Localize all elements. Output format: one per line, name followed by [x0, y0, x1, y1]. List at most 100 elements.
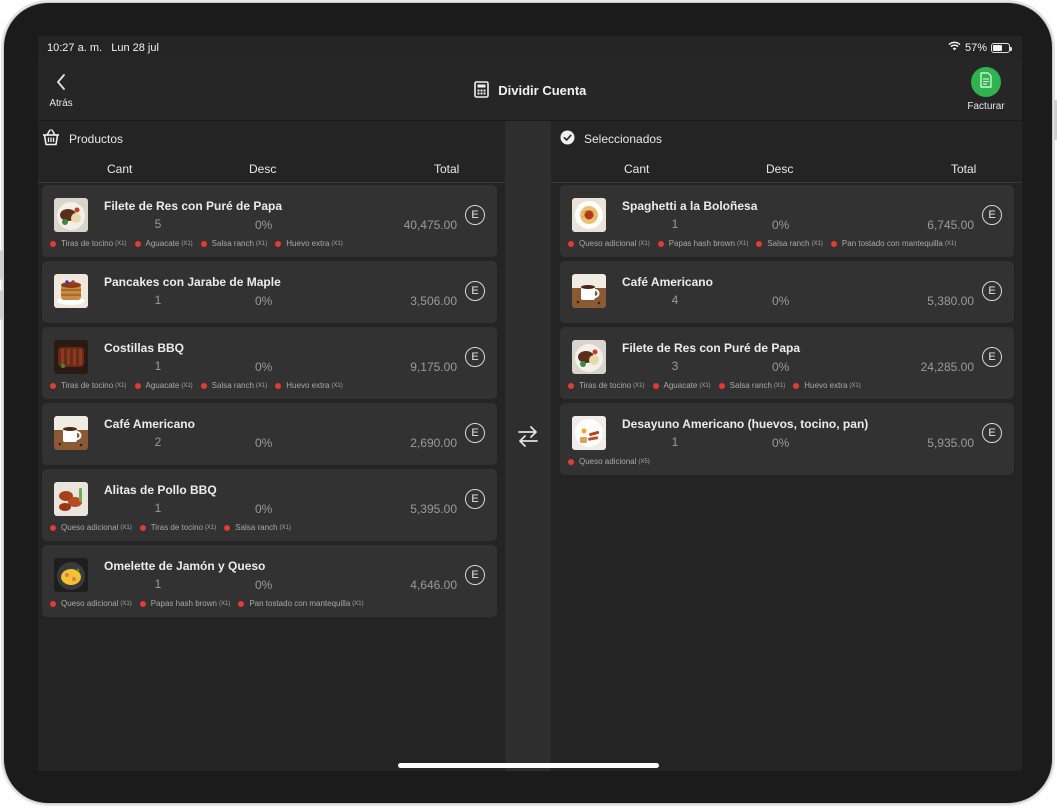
product-card[interactable]: Spaghetti a la Boloñesa 1 0% 6,745.00 E Queso… [560, 185, 1014, 257]
edit-button[interactable]: E [465, 205, 485, 225]
product-quantity: 3 [671, 359, 679, 373]
product-total: 2,690.00 [410, 436, 457, 450]
modifier-item: Salsa ranch (X1) [224, 523, 291, 532]
modifier-label: Papas hash brown [668, 239, 735, 248]
modifier-item: Queso adicional (X1) [568, 239, 650, 248]
edit-button[interactable]: E [982, 423, 1002, 443]
modifier-item: Salsa ranch (X1) [756, 239, 823, 248]
product-discount: 0% [255, 578, 273, 592]
dot-icon [568, 382, 574, 389]
modifier-label: Salsa ranch [211, 239, 254, 248]
modifier-label: Queso adicional [579, 239, 637, 248]
product-image [54, 558, 88, 592]
dot-icon [830, 240, 837, 247]
modifier-label: Tiras de tocino [61, 239, 114, 248]
modifier-label: Huevo extra [286, 381, 330, 390]
product-quantity: 1 [154, 293, 162, 307]
column-desc: Desc [766, 162, 794, 176]
modifier-multiplier: (X1) [115, 382, 127, 389]
product-discount: 0% [772, 436, 790, 450]
facturar-button[interactable]: Facturar [964, 67, 1008, 112]
modifier-list: Tiras de tocino (X1) Aguacate (X1) Salsa ran… [50, 239, 343, 248]
selected-panel: Seleccionados Cant Desc Total Spaghetti … [551, 121, 1022, 771]
dot-icon [134, 382, 141, 389]
modifier-item: Pan tostado con mantequilla (X1) [830, 239, 956, 248]
product-image [572, 340, 606, 374]
modifier-item: Pan tostado con mantequilla (X1) [238, 599, 364, 608]
edit-button[interactable]: E [465, 281, 485, 301]
modifier-item: Aguacate (X1) [134, 381, 193, 390]
products-header: Productos [38, 121, 505, 156]
product-card[interactable]: Omelette de Jamón y Queso 1 0% 4,646.00 E Que… [42, 545, 497, 617]
modifier-label: Queso adicional [61, 599, 119, 608]
dot-icon [756, 240, 763, 247]
product-total: 5,935.00 [927, 436, 974, 450]
modifier-multiplier: (X1) [204, 524, 217, 531]
product-card[interactable]: Filete de Res con Puré de Papa 3 0% 24,285.… [560, 327, 1014, 399]
calculator-icon [473, 81, 499, 98]
dot-icon [238, 600, 245, 607]
modifier-item: Salsa ranch (X1) [200, 381, 267, 390]
edit-button[interactable]: E [465, 423, 485, 443]
product-card[interactable]: Café Americano 4 0% 5,380.00 E [560, 261, 1014, 323]
modifier-multiplier: (X1) [773, 382, 786, 389]
product-card[interactable]: Pancakes con Jarabe de Maple 1 0% 3,506.00 E [42, 261, 497, 323]
modifier-multiplier: (X1) [633, 382, 645, 389]
modifier-item: Aguacate (X1) [134, 239, 193, 248]
edit-button[interactable]: E [982, 205, 1002, 225]
product-card[interactable]: Café Americano 2 0% 2,690.00 E [42, 403, 497, 465]
dot-icon [568, 458, 574, 465]
product-card[interactable]: Desayuno Americano (huevos, tocino, pan)… [560, 403, 1014, 475]
basket-icon [42, 129, 60, 149]
product-name: Desayuno Americano (huevos, tocino, pan) [622, 417, 869, 431]
facturar-label: Facturar [967, 101, 1005, 112]
modifier-multiplier: (X1) [736, 240, 749, 247]
product-name: Filete de Res con Puré de Papa [104, 199, 283, 213]
nav-bar: Atrás Dividir Cuenta Facturar [38, 59, 1022, 121]
edit-button[interactable]: E [982, 281, 1002, 301]
edit-button[interactable]: E [465, 489, 485, 509]
modifier-multiplier: (X1) [811, 240, 823, 247]
modifier-label: Salsa ranch [211, 381, 254, 390]
product-card[interactable]: Costillas BBQ 1 0% 9,175.00 E Tiras de tocino… [42, 327, 497, 399]
modifier-item: Tiras de tocino (X1) [50, 381, 127, 390]
column-cant: Cant [107, 162, 133, 176]
modifier-label: Salsa ranch [729, 381, 772, 390]
modifier-multiplier: (X1) [218, 600, 231, 607]
product-discount: 0% [772, 294, 790, 308]
app-screen: 10:27 a. m. Lun 28 jul 57% Atrás Dividir [38, 36, 1022, 771]
product-discount: 0% [255, 436, 273, 450]
modifier-multiplier: (X1) [120, 600, 132, 607]
modifier-multiplier: (X1) [255, 240, 268, 247]
product-discount: 0% [255, 218, 273, 232]
dot-icon [275, 240, 282, 247]
modifier-item: Papas hash brown (X1) [657, 239, 749, 248]
modifier-label: Salsa ranch [767, 239, 810, 248]
product-total: 3,506.00 [410, 294, 457, 308]
swap-icon[interactable] [516, 424, 540, 453]
modifier-item: Tiras de tocino (X1) [139, 523, 217, 532]
battery-icon [991, 42, 1012, 53]
product-card[interactable]: Filete de Res con Puré de Papa 5 0% 40,475.… [42, 185, 497, 257]
home-indicator[interactable] [398, 763, 659, 768]
edit-button[interactable]: E [465, 565, 485, 585]
invoice-icon [979, 71, 993, 93]
status-bar: 10:27 a. m. Lun 28 jul 57% [38, 36, 1022, 59]
page-title: Dividir Cuenta [38, 81, 1022, 98]
status-time: 10:27 a. m. [47, 42, 103, 54]
modifier-list: Queso adicional (X1) Papas hash brown (X1) P… [50, 599, 364, 608]
check-circle-icon [560, 130, 575, 148]
product-quantity: 1 [154, 501, 162, 515]
modifier-label: Huevo extra [804, 381, 848, 390]
modifier-label: Salsa ranch [235, 523, 278, 532]
selected-column-headers: Cant Desc Total [551, 156, 1022, 183]
modifier-label: Huevo extra [286, 239, 330, 248]
edit-button[interactable]: E [982, 347, 1002, 367]
modifier-multiplier: (X1) [352, 600, 364, 607]
product-total: 4,646.00 [410, 578, 457, 592]
edit-button[interactable]: E [465, 347, 485, 367]
dot-icon [224, 524, 231, 531]
product-card[interactable]: Alitas de Pollo BBQ 1 0% 5,395.00 E Queso adi… [42, 469, 497, 541]
modifier-label: Aguacate [145, 239, 180, 248]
back-label: Atrás [49, 98, 73, 109]
